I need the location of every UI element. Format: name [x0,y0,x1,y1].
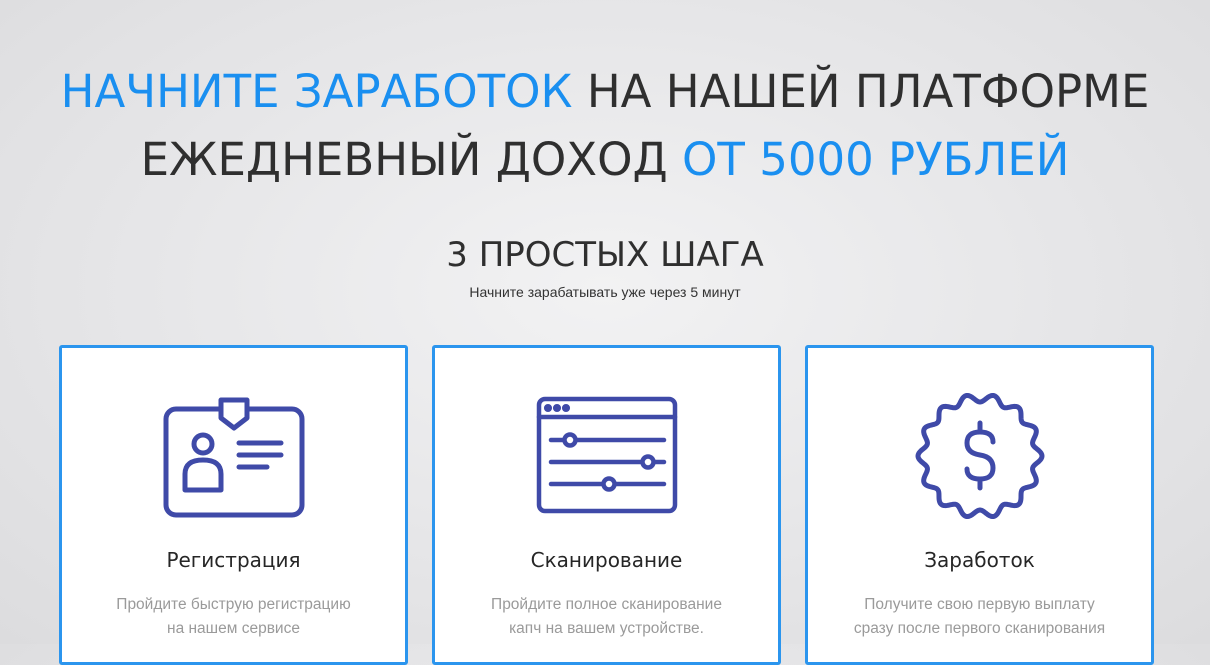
step-card-registration[interactable]: Регистрация Пройдите быструю регистрацию… [59,345,408,665]
card-title: Заработок [924,548,1035,572]
step-card-earnings[interactable]: Заработок Получите свою первую выплату с… [805,345,1154,665]
card-desc-line: на нашем сервисе [167,620,300,637]
card-description: Получите свою первую выплату сразу после… [828,593,1131,641]
card-desc-line: Пройдите быструю регистрацию [116,596,351,613]
card-desc-line: Пройдите полное сканирование [491,596,722,613]
card-title: Сканирование [530,548,683,572]
card-desc-line: Получите свою первую выплату [864,596,1095,613]
card-description: Пройдите быструю регистрацию на нашем се… [82,593,385,641]
card-desc-line: сразу после первого сканирования [853,620,1106,637]
card-description: Пройдите полное сканирование капч на ваш… [455,593,758,641]
id-card-icon [62,392,405,522]
hero-text-1: НА НАШЕЙ ПЛАТФОРМЕ [572,65,1150,118]
hero-text-2: ЕЖЕДНЕВНЫЙ ДОХОД [140,133,683,186]
hero-line-1: НАЧНИТЕ ЗАРАБОТОК НА НАШЕЙ ПЛАТФОРМЕ [0,58,1210,126]
steps-subtitle: Начните зарабатывать уже через 5 минут [469,284,741,300]
hero-heading: НАЧНИТЕ ЗАРАБОТОК НА НАШЕЙ ПЛАТФОРМЕ ЕЖЕ… [0,58,1210,194]
hero-highlight-2: ОТ 5000 РУБЛЕЙ [682,133,1070,186]
steps-title: 3 ПРОСТЫХ ШАГА [446,235,764,275]
sliders-window-icon [435,392,778,522]
card-desc-line: капч на вашем устройстве. [509,620,704,637]
hero-line-2: ЕЖЕДНЕВНЫЙ ДОХОД ОТ 5000 РУБЛЕЙ [0,126,1210,194]
hero-highlight-1: НАЧНИТЕ ЗАРАБОТОК [60,65,573,118]
card-title: Регистрация [166,548,301,572]
dollar-badge-icon [808,392,1151,522]
step-card-scanning[interactable]: Сканирование Пройдите полное сканировани… [432,345,781,665]
